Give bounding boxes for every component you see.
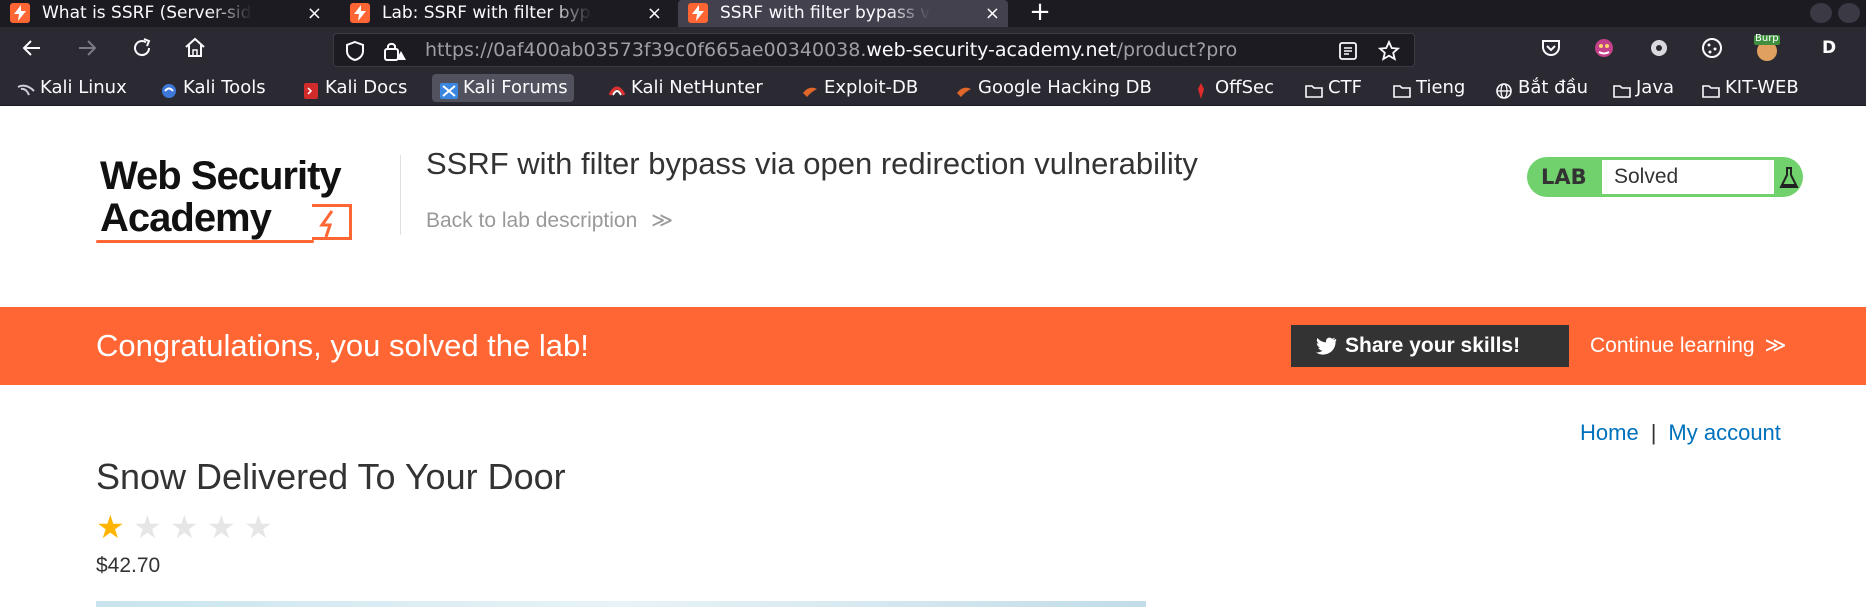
url-text[interactable]: https://0af400ab03573f39c0f665ae00340038…	[425, 34, 1345, 66]
folder-icon	[1613, 80, 1631, 98]
extension-avatar-icon[interactable]	[1592, 36, 1616, 64]
logo-bolt-icon	[312, 204, 352, 240]
portswigger-favicon-icon	[688, 3, 708, 23]
product-image	[96, 601, 1146, 607]
tab-title: What is SSRF (Server-side	[42, 3, 252, 23]
folder-icon	[1305, 80, 1323, 98]
close-tab-icon[interactable]: ×	[307, 0, 322, 27]
share-your-skills-button[interactable]: Share your skills!	[1291, 325, 1569, 367]
tab-title: Lab: SSRF with filter bypa	[382, 3, 592, 23]
lock-warning-icon[interactable]	[382, 40, 406, 66]
bookmark-folder-tieng[interactable]: Tieng	[1385, 74, 1465, 102]
home-icon[interactable]	[183, 36, 209, 60]
new-tab-button[interactable]: +	[1025, 0, 1055, 27]
offsec-icon	[1192, 80, 1210, 99]
product-rating: ★ ★ ★ ★ ★	[96, 508, 281, 546]
bookmark-folder-kit-web[interactable]: KIT-WEB	[1694, 74, 1799, 102]
double-chevron-right-icon: ≫	[651, 209, 674, 232]
browser-tab-3-active[interactable]: SSRF with filter bypass vi ×	[678, 0, 1008, 27]
forward-arrow-icon[interactable]	[75, 36, 101, 60]
ghdb-icon	[955, 80, 973, 97]
bookmark-star-icon[interactable]	[1377, 39, 1401, 66]
tab-strip: What is SSRF (Server-side × Lab: SSRF wi…	[0, 0, 1866, 27]
exploit-db-icon	[801, 80, 819, 97]
logo-line-2: Academy	[100, 196, 272, 240]
site-top-nav: Home | My account	[1580, 420, 1781, 446]
logo-underline	[96, 240, 314, 243]
home-link[interactable]: Home	[1580, 420, 1639, 445]
nav-separator: |	[1650, 420, 1657, 445]
congratulations-message: Congratulations, you solved the lab!	[96, 328, 589, 363]
portswigger-favicon-icon	[350, 3, 370, 23]
kali-dragon-icon	[17, 80, 35, 96]
bookmark-google-hacking-db[interactable]: Google Hacking DB	[947, 74, 1152, 102]
bookmark-kali-nethunter[interactable]: Kali NetHunter	[600, 74, 763, 102]
double-chevron-right-icon: ≫	[1764, 334, 1787, 357]
burp-extension-icon[interactable]: Burp	[1752, 33, 1782, 63]
extension-gear-icon[interactable]	[1647, 36, 1671, 64]
product-title: Snow Delivered To Your Door	[96, 456, 566, 497]
back-to-lab-description-link[interactable]: Back to lab description ≫	[426, 208, 673, 233]
lab-title: SSRF with filter bypass via open redirec…	[426, 146, 1198, 181]
kali-tools-icon	[160, 80, 178, 98]
lab-badge-label: LAB	[1541, 165, 1587, 189]
address-bar[interactable]: https://0af400ab03573f39c0f665ae00340038…	[333, 33, 1415, 67]
back-arrow-icon[interactable]	[20, 36, 46, 60]
rating-star-icon: ★	[207, 508, 236, 546]
bookmark-offsec[interactable]: OffSec	[1184, 74, 1274, 102]
web-security-academy-logo[interactable]: Web Security Academy	[100, 154, 342, 238]
bookmark-kali-tools[interactable]: Kali Tools	[152, 74, 266, 102]
folder-icon	[1393, 80, 1411, 98]
reader-view-icon[interactable]	[1338, 41, 1358, 65]
continue-learning-link[interactable]: Continue learning ≫	[1590, 307, 1786, 385]
header-divider	[400, 155, 401, 235]
flask-icon	[1779, 167, 1799, 193]
minimize-window-icon[interactable]	[1810, 3, 1832, 23]
solved-banner: Congratulations, you solved the lab! Sha…	[0, 307, 1866, 385]
tab-title: SSRF with filter bypass vi	[720, 3, 930, 23]
globe-icon	[1495, 80, 1513, 99]
lab-status-value: Solved	[1601, 159, 1775, 195]
bookmarks-toolbar: Kali Linux Kali Tools Kali Docs Kali For…	[0, 69, 1866, 106]
burp-badge-label: Burp	[1755, 33, 1779, 44]
close-tab-icon[interactable]: ×	[985, 0, 1000, 27]
extension-d-icon[interactable]: D	[1817, 36, 1841, 60]
rating-star-icon: ★	[133, 508, 162, 546]
twitter-bird-icon	[1316, 337, 1337, 355]
browser-tab-1[interactable]: What is SSRF (Server-side ×	[0, 0, 330, 27]
shield-icon[interactable]	[344, 40, 366, 66]
navigation-toolbar: https://0af400ab03573f39c0f665ae00340038…	[0, 27, 1866, 69]
kali-forums-icon	[440, 80, 458, 99]
nethunter-icon	[608, 80, 626, 96]
kali-docs-icon	[302, 80, 320, 99]
rating-star-icon: ★	[170, 508, 199, 546]
rating-star-icon: ★	[244, 508, 273, 546]
folder-icon	[1702, 80, 1720, 98]
close-tab-icon[interactable]: ×	[647, 0, 662, 27]
rating-star-icon: ★	[96, 508, 125, 546]
bookmark-kali-linux[interactable]: Kali Linux	[9, 74, 127, 102]
browser-tab-2[interactable]: Lab: SSRF with filter bypa ×	[340, 0, 670, 27]
lab-status-widget: LAB Solved	[1527, 157, 1803, 197]
portswigger-favicon-icon	[10, 3, 30, 23]
bookmark-kali-docs[interactable]: Kali Docs	[294, 74, 407, 102]
bookmark-folder-java[interactable]: Java	[1605, 74, 1674, 102]
product-price: $42.70	[96, 554, 161, 577]
reload-icon[interactable]	[130, 36, 156, 60]
bookmark-kali-forums[interactable]: Kali Forums	[432, 74, 574, 102]
logo-line-1: Web Security	[100, 154, 342, 198]
bookmark-bat-dau[interactable]: Bắt đầu	[1487, 74, 1588, 102]
bookmark-exploit-db[interactable]: Exploit-DB	[793, 74, 918, 102]
pocket-icon[interactable]	[1540, 37, 1562, 63]
cookie-icon[interactable]	[1700, 36, 1724, 64]
bookmark-folder-ctf[interactable]: CTF	[1297, 74, 1362, 102]
my-account-link[interactable]: My account	[1668, 420, 1781, 445]
close-window-icon[interactable]	[1838, 3, 1860, 23]
